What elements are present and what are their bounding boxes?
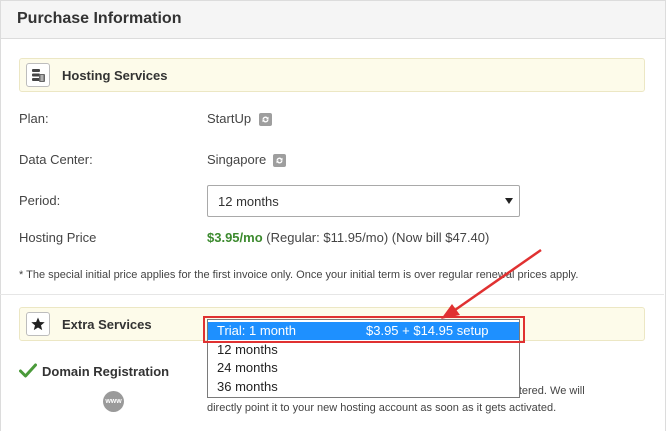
datacenter-value: Singapore	[207, 152, 267, 167]
hosting-price-value: $3.95/mo (Regular: $11.95/mo) (Now bill …	[207, 230, 489, 245]
domain-description-line2: directly point it to your new hosting ac…	[207, 402, 557, 414]
period-option-label: 36 months	[217, 379, 278, 394]
initial-price-note: * The special initial price applies for …	[19, 269, 579, 281]
period-label: Period:	[19, 193, 61, 208]
period-selected-value: 12 months	[218, 194, 279, 209]
domain-registration-title: Domain Registration	[42, 364, 170, 379]
plan-label: Plan:	[19, 111, 49, 126]
hosting-price-main: $3.95/mo	[207, 230, 263, 245]
hosting-price-detail: (Regular: $11.95/mo) (Now bill $47.40)	[266, 230, 490, 245]
divider	[0, 294, 664, 295]
extra-services-title: Extra Services	[62, 317, 152, 332]
checkmark-icon	[19, 363, 37, 378]
hosting-services-section: Hosting Services	[19, 58, 645, 92]
plan-value: StartUp	[207, 111, 252, 126]
hosting-services-title: Hosting Services	[62, 68, 168, 83]
period-option-label: 12 months	[217, 342, 278, 357]
period-option-36-months[interactable]: 36 months	[208, 378, 519, 396]
change-plan-icon[interactable]	[259, 113, 272, 126]
change-datacenter-icon[interactable]	[273, 154, 286, 167]
server-stack-icon	[26, 63, 50, 87]
chevron-down-icon	[505, 198, 513, 204]
annotation-highlight-box	[203, 316, 525, 343]
page-title: Purchase Information	[17, 10, 182, 27]
star-icon	[26, 312, 50, 336]
hosting-price-label: Hosting Price	[19, 230, 97, 245]
period-option-12-months[interactable]: 12 months	[208, 341, 519, 359]
period-option-label: 24 months	[217, 360, 278, 375]
period-option-24-months[interactable]: 24 months	[208, 359, 519, 377]
panel-header: Purchase Information	[1, 1, 665, 39]
period-select[interactable]: 12 months	[207, 185, 520, 217]
www-globe-icon: www	[103, 391, 124, 412]
datacenter-label: Data Center:	[19, 152, 93, 167]
